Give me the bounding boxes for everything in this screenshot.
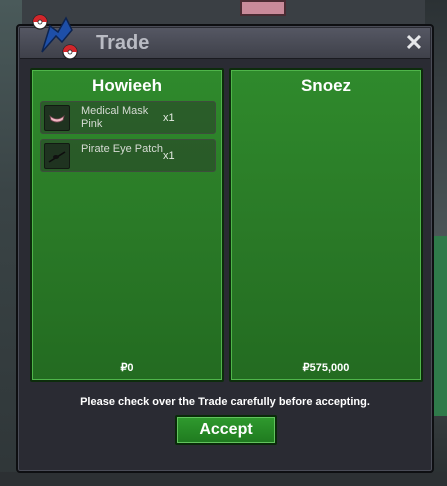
trade-logo-icon xyxy=(32,14,78,60)
medical-mask-icon xyxy=(44,105,70,131)
right-trader-panel: Snoez ₽575,000 xyxy=(229,68,423,382)
left-trader-money: ₽0 xyxy=(120,362,134,374)
game-background-bottom xyxy=(0,472,447,486)
right-trader-money: ₽575,000 xyxy=(302,362,350,374)
item-quantity: x1 xyxy=(163,150,175,162)
trade-window: Trade ✕ Howieeh Medical Mask Pink x1 Pir… xyxy=(16,14,434,473)
item-quantity: x1 xyxy=(163,112,175,124)
item-name: Medical Mask Pink xyxy=(81,105,149,130)
close-button[interactable]: ✕ xyxy=(404,32,424,54)
item-name: Pirate Eye Patch xyxy=(81,143,163,155)
trade-item[interactable]: Medical Mask Pink x1 xyxy=(40,101,216,134)
trade-item[interactable]: Pirate Eye Patch x1 xyxy=(40,139,216,172)
accept-button[interactable]: Accept xyxy=(175,415,277,445)
left-trader-panel: Howieeh Medical Mask Pink x1 Pirate Eye … xyxy=(30,68,224,382)
background-hud-fragment xyxy=(433,236,447,416)
background-sprite xyxy=(240,0,286,16)
window-title: Trade xyxy=(96,32,150,54)
trade-notice: Please check over the Trade carefully be… xyxy=(80,396,370,408)
eye-patch-icon xyxy=(44,143,70,169)
right-trader-name: Snoez xyxy=(300,76,352,95)
left-trader-name: Howieeh xyxy=(92,76,162,95)
